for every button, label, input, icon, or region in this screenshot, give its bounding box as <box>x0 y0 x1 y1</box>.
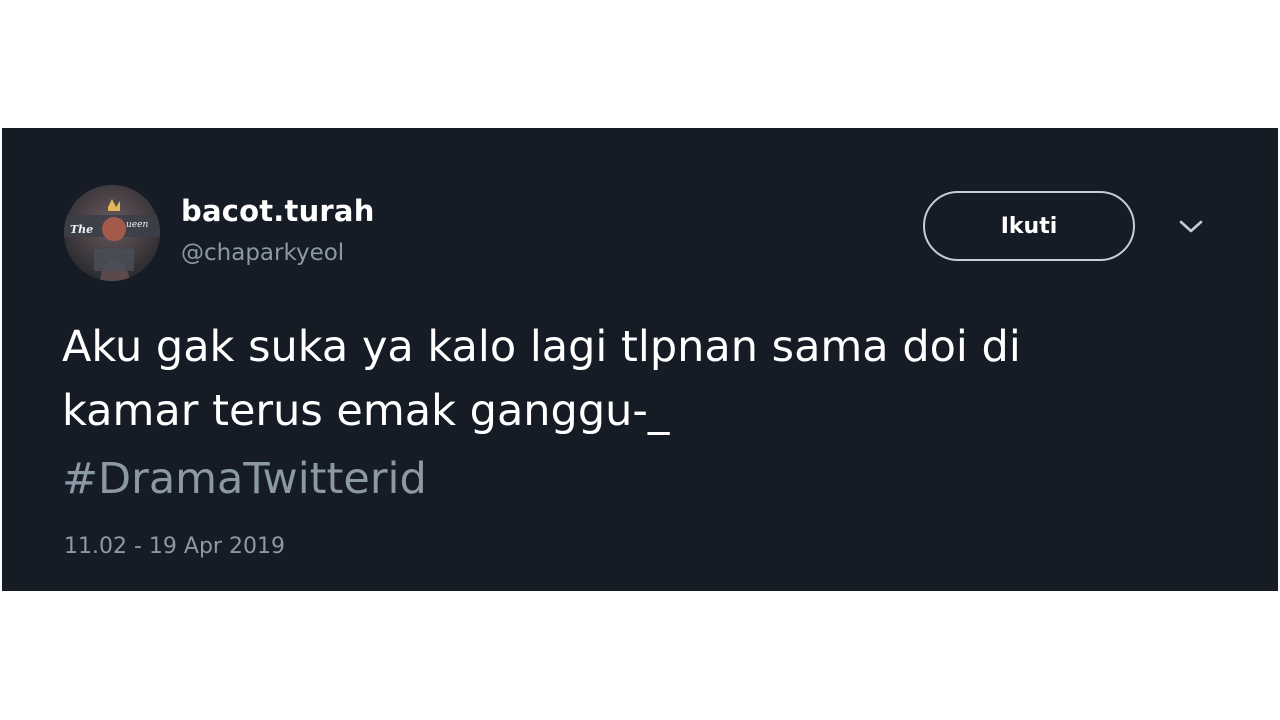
author-display-name[interactable]: bacot.turah <box>181 194 375 228</box>
svg-text:The: The <box>70 223 93 236</box>
svg-text:ueen: ueen <box>126 220 148 230</box>
avatar[interactable]: The ueen <box>64 185 160 281</box>
hashtag-link[interactable]: #DramaTwitterid <box>62 447 427 511</box>
profile-avatar-icon: The ueen <box>64 185 160 281</box>
follow-button[interactable]: Ikuti <box>923 191 1135 261</box>
tweet-text-line: Aku gak suka ya kalo lagi tlpnan sama do… <box>62 322 1021 372</box>
more-options-button[interactable] <box>1176 216 1206 238</box>
author-handle[interactable]: @chaparkyeol <box>181 240 344 266</box>
tweet-text: Aku gak suka ya kalo lagi tlpnan sama do… <box>62 315 1242 443</box>
tweet-timestamp[interactable]: 11.02 - 19 Apr 2019 <box>64 534 285 559</box>
chevron-down-icon <box>1179 220 1203 233</box>
page: The ueen bacot.turah @chaparkyeol Ikuti … <box>0 0 1280 720</box>
tweet-card: The ueen bacot.turah @chaparkyeol Ikuti … <box>2 128 1278 591</box>
tweet-text-line: kamar terus emak ganggu-_ <box>62 386 670 436</box>
